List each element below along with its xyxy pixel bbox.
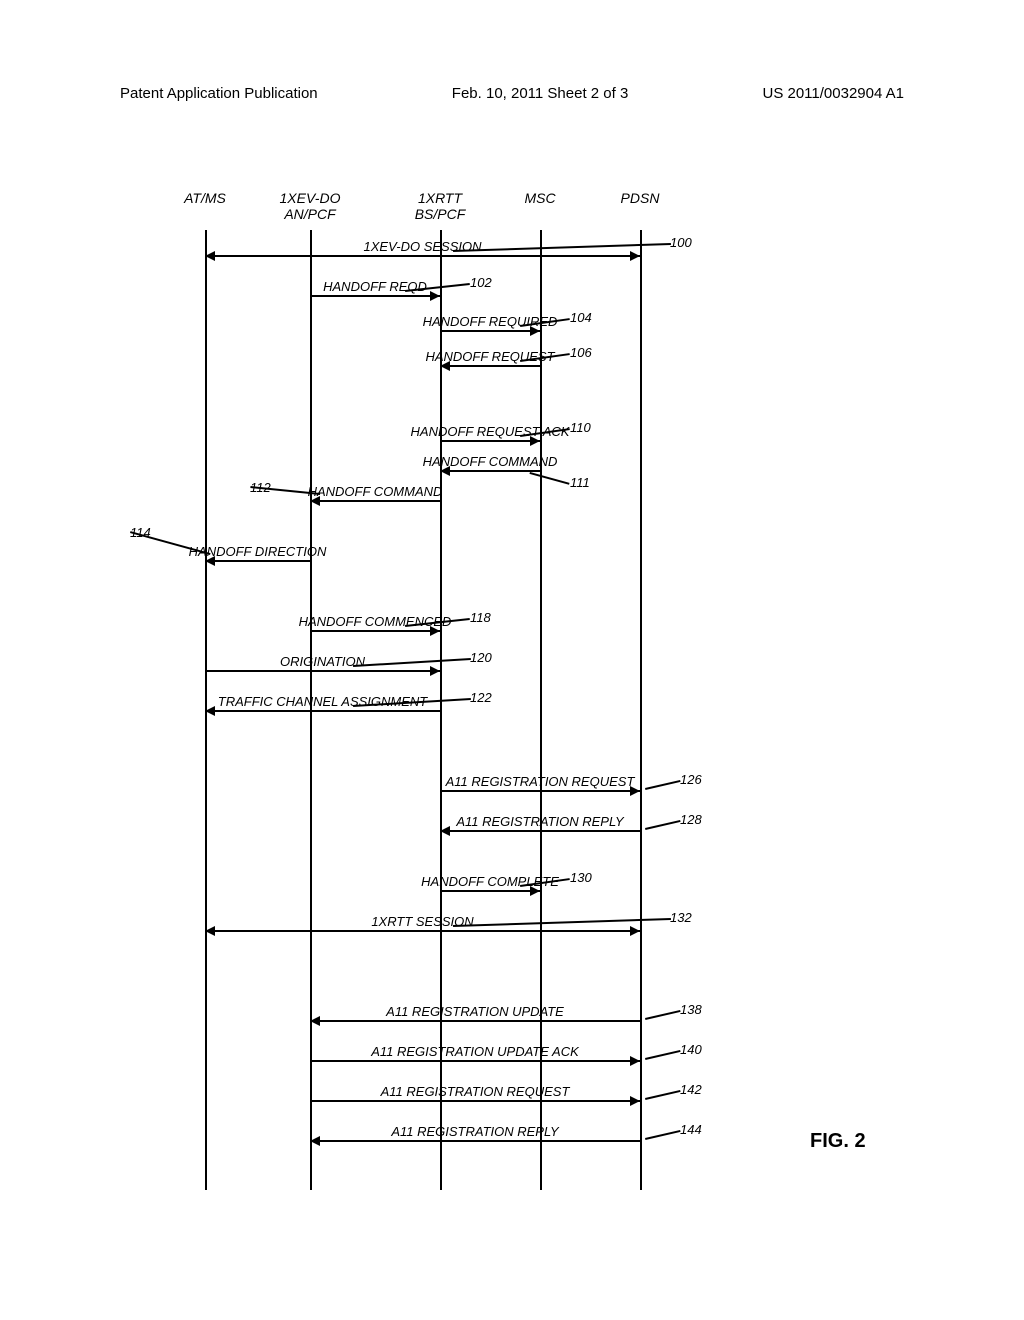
lifeline-label-msc: MSC <box>524 190 555 206</box>
message-label: A11 REGISTRATION REPLY <box>391 1124 558 1139</box>
sequence-diagram: AT/MS 1XEV-DO AN/PCF 1XRTT BS/PCF MSC PDSN 1X… <box>140 190 840 1190</box>
arrowhead-icon <box>430 666 440 676</box>
figure-label: FIG. 2 <box>810 1130 866 1153</box>
message-line <box>205 710 440 712</box>
message-line <box>205 255 640 257</box>
reference-leader-line <box>645 780 680 789</box>
reference-number: 106 <box>570 345 592 360</box>
message-line <box>310 1020 640 1022</box>
reference-number: 120 <box>470 650 492 665</box>
message-line <box>440 470 540 472</box>
header-right: US 2011/0032904 A1 <box>762 85 904 102</box>
message-line <box>440 330 540 332</box>
message-label: A11 REGISTRATION REPLY <box>456 814 623 829</box>
lifeline-label-pdsn: PDSN <box>621 190 660 206</box>
reference-leader-line <box>530 472 570 484</box>
message-label: A11 REGISTRATION REQUEST <box>446 774 635 789</box>
arrowhead-icon <box>310 1136 320 1146</box>
arrowhead-icon <box>630 1056 640 1066</box>
reference-number: 100 <box>670 235 692 250</box>
reference-number: 128 <box>680 812 702 827</box>
message-label: 1XRTT SESSION <box>371 914 473 929</box>
message-label: 1XEV-DO SESSION <box>364 239 482 254</box>
arrowhead-icon <box>205 926 215 936</box>
arrowhead-icon <box>630 251 640 261</box>
message-label: HANDOFF COMMAND <box>423 454 558 469</box>
reference-number: 126 <box>680 772 702 787</box>
arrowhead-icon <box>630 926 640 936</box>
message-line <box>205 670 440 672</box>
lifeline-pdsn <box>640 230 642 1190</box>
reference-number: 130 <box>570 870 592 885</box>
arrowhead-icon <box>205 706 215 716</box>
reference-number: 142 <box>680 1082 702 1097</box>
message-label: HANDOFF COMMAND <box>308 484 443 499</box>
reference-leader-line <box>645 1010 680 1019</box>
header-left: Patent Application Publication <box>120 85 318 102</box>
arrowhead-icon <box>310 1016 320 1026</box>
lifeline-label-anpcf: 1XEV-DO AN/PCF <box>280 190 341 222</box>
reference-number: 110 <box>570 420 591 435</box>
message-label: HANDOFF REQD <box>323 279 427 294</box>
message-line <box>310 1100 640 1102</box>
message-label: HANDOFF REQUEST <box>425 349 554 364</box>
message-label: A11 REGISTRATION UPDATE ACK <box>371 1044 579 1059</box>
message-line <box>310 1140 640 1142</box>
reference-number: 118 <box>470 610 491 625</box>
message-label: ORIGINATION <box>280 654 365 669</box>
arrowhead-icon <box>430 291 440 301</box>
message-line <box>440 890 540 892</box>
reference-number: 144 <box>680 1122 702 1137</box>
message-line <box>205 930 640 932</box>
reference-number: 138 <box>680 1002 702 1017</box>
reference-leader-line <box>645 1090 680 1099</box>
message-line <box>440 790 640 792</box>
arrowhead-icon <box>630 1096 640 1106</box>
message-line <box>440 365 540 367</box>
message-line <box>440 440 540 442</box>
message-line <box>440 830 640 832</box>
reference-number: 140 <box>680 1042 702 1057</box>
reference-leader-line <box>353 658 471 666</box>
message-line <box>205 560 310 562</box>
reference-number: 104 <box>570 310 592 325</box>
message-label: A11 REGISTRATION REQUEST <box>381 1084 570 1099</box>
reference-number: 132 <box>670 910 692 925</box>
reference-number: 102 <box>470 275 492 290</box>
message-label: A11 REGISTRATION UPDATE <box>386 1004 564 1019</box>
arrowhead-icon <box>205 251 215 261</box>
message-line <box>310 295 440 297</box>
reference-leader-line <box>645 1050 680 1059</box>
message-line <box>310 1060 640 1062</box>
reference-leader-line <box>645 1130 680 1139</box>
reference-number: 111 <box>570 475 590 490</box>
lifeline-label-bspcf: 1XRTT BS/PCF <box>415 190 466 222</box>
page-header: Patent Application Publication Feb. 10, … <box>0 85 1024 102</box>
reference-leader-line <box>645 820 680 829</box>
reference-number: 122 <box>470 690 492 705</box>
lifeline-label-atms: AT/MS <box>184 190 226 206</box>
arrowhead-icon <box>440 826 450 836</box>
header-middle: Feb. 10, 2011 Sheet 2 of 3 <box>452 85 629 102</box>
message-label: HANDOFF DIRECTION <box>189 544 327 559</box>
message-line <box>310 630 440 632</box>
message-line <box>310 500 440 502</box>
